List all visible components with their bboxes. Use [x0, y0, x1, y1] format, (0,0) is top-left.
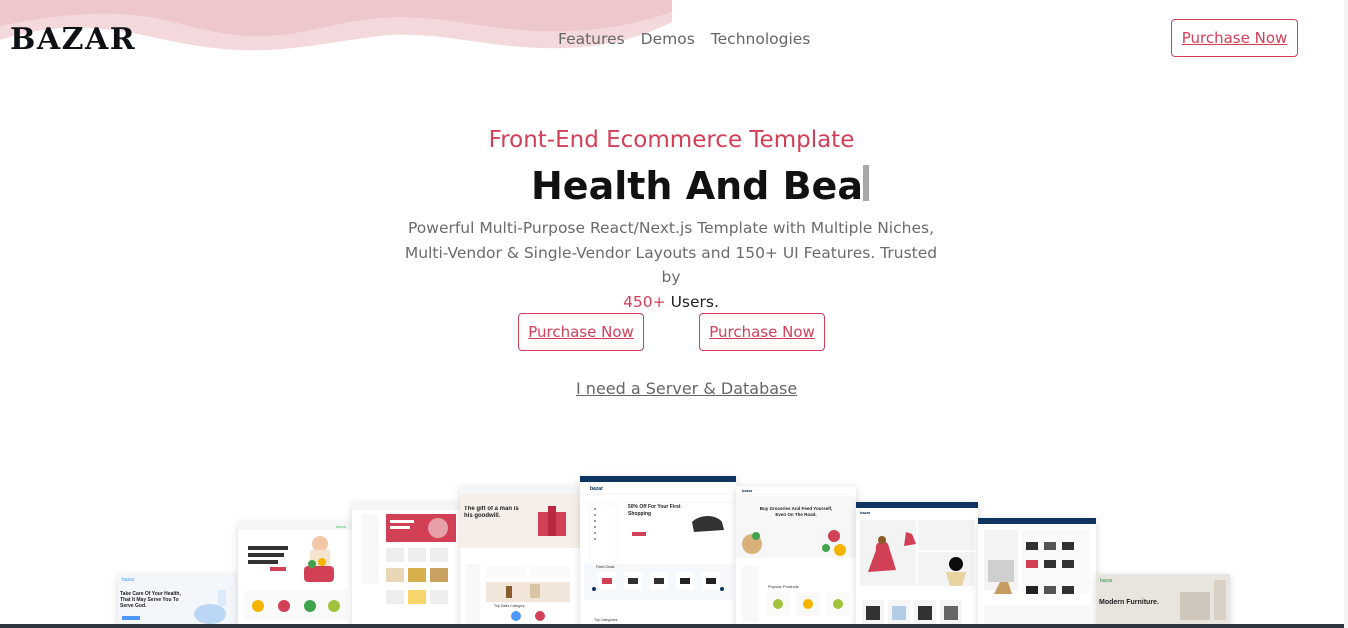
hero-description: Powerful Multi-Purpose React/Next.js Tem…: [396, 216, 946, 314]
screen-gift-shop-left[interactable]: [352, 502, 460, 628]
typed-text: Health And Bea: [531, 164, 863, 208]
bazar-logo[interactable]: BAZAR: [10, 22, 136, 58]
hero-eyebrow: Front-End Ecommerce Template: [488, 127, 855, 153]
header-purchase-button[interactable]: Purchase Now: [1171, 19, 1298, 57]
screen-shoes[interactable]: [978, 518, 1096, 628]
screen-fashion[interactable]: bazar: [856, 502, 978, 628]
description-text: Powerful Multi-Purpose React/Next.js Tem…: [404, 219, 938, 286]
hero-purchase-button-primary[interactable]: Purchase Now: [518, 313, 644, 351]
furniture-brand: bazar: [1100, 578, 1113, 584]
groceries-title: Buy Groceries And Feed Yourself, Even On…: [759, 506, 833, 517]
nav-features[interactable]: Features: [558, 28, 625, 50]
main-nav: Features Demos Technologies: [558, 28, 810, 50]
svg-text:Popular Products: Popular Products: [768, 584, 799, 589]
server-database-link[interactable]: I need a Server & Database: [576, 378, 797, 400]
svg-text:Flash Deals: Flash Deals: [596, 565, 615, 569]
screen-main-store[interactable]: bazar 50% Off For Your First Shopping Fl…: [579, 476, 737, 628]
scrollbar-track[interactable]: [1344, 0, 1348, 628]
template-showcase: bazar Take Care Of Your Health, That It …: [118, 476, 1230, 628]
healthcare-brand: bazar: [122, 577, 135, 583]
svg-text:Top Sales Category: Top Sales Category: [494, 604, 525, 608]
hero-purchase-button-secondary[interactable]: Purchase Now: [699, 313, 825, 351]
taskbar-edge: [0, 624, 1348, 628]
main-store-title: 50% Off For Your First Shopping: [628, 504, 681, 517]
screen-groceries[interactable]: bazar Buy Groceries And Feed Yourself, E…: [735, 485, 857, 628]
screen-gift-shop[interactable]: The gift of a man is his goodwill. Top S…: [460, 486, 580, 628]
nav-demos[interactable]: Demos: [641, 28, 695, 50]
svg-text:Top Categories: Top Categories: [594, 618, 618, 622]
svg-text:bazar: bazar: [590, 486, 603, 492]
typing-caret: [862, 165, 869, 201]
users-count: 450+: [623, 292, 666, 311]
screen-healthcare[interactable]: bazar Take Care Of Your Health, That It …: [118, 574, 238, 628]
furniture-title: Modern Furniture.: [1099, 599, 1159, 606]
gift-title: The gift of a man is his goodwill.: [464, 506, 519, 519]
hero-headline: Health And Bea: [531, 162, 869, 210]
svg-text:bazar: bazar: [742, 488, 753, 493]
svg-text:bazar: bazar: [860, 510, 871, 515]
nav-technologies[interactable]: Technologies: [711, 28, 811, 50]
users-label: Users.: [670, 292, 719, 311]
screen-grocery-delivery[interactable]: bazar: [238, 522, 352, 628]
svg-text:bazar: bazar: [336, 524, 347, 529]
healthcare-title: Take Care Of Your Health, That It May Se…: [120, 591, 181, 609]
top-nav: BAZAR Features Demos Technologies Purcha…: [0, 0, 1348, 80]
screen-furniture[interactable]: bazar Modern Furniture.: [1096, 574, 1230, 628]
